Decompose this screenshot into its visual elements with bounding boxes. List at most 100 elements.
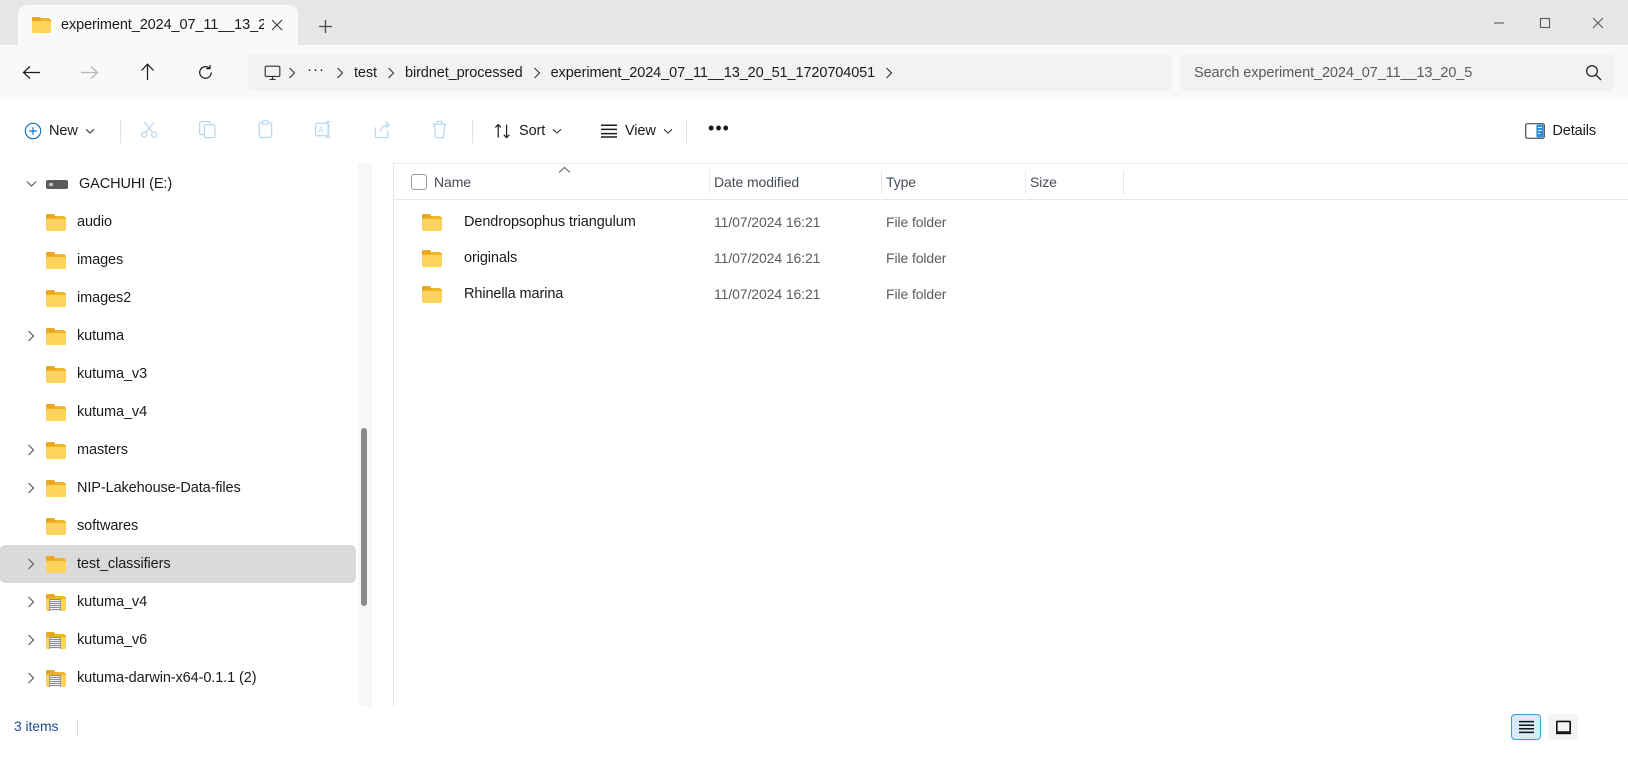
tab-title: experiment_2024_07_11__13_20 <box>61 17 264 33</box>
sidebar-item-label: images <box>77 252 124 268</box>
sidebar-item-kutuma-darwin-x64-0-1-1-2[interactable]: kutuma-darwin-x64-0.1.1 (2) <box>0 659 356 697</box>
share-icon <box>372 120 391 143</box>
search-box[interactable]: Search experiment_2024_07_11__13_20_5 <box>1180 54 1614 91</box>
breadcrumb-item-birdnet-processed[interactable]: birdnet_processed <box>398 61 530 85</box>
new-tab-button[interactable] <box>308 11 342 41</box>
sidebar-item-label: test_classifiers <box>77 556 171 572</box>
sidebar-item-label: NIP-Lakehouse-Data-files <box>77 480 241 496</box>
sidebar-item-kutuma-v4[interactable]: kutuma_v4 <box>0 583 356 621</box>
folder-icon <box>46 555 66 573</box>
status-bar: 3 items <box>0 706 1628 761</box>
column-header-size[interactable]: Size <box>1030 164 1057 200</box>
column-header-type[interactable]: Type <box>886 164 916 200</box>
file-explorer-window: experiment_2024_07_11__13_20 ··· test bi… <box>0 0 1628 761</box>
table-row[interactable]: originals 11/07/2024 16:21 File folder <box>394 240 1628 276</box>
details-pane-label: Details <box>1552 123 1596 139</box>
column-divider[interactable] <box>881 170 882 194</box>
sidebar-item-softwares[interactable]: softwares <box>0 507 356 545</box>
close-icon[interactable] <box>264 12 290 38</box>
view-button-label: View <box>625 123 656 139</box>
new-button-label: New <box>49 123 78 139</box>
drive-icon <box>46 176 68 192</box>
rename-button: A <box>304 112 342 150</box>
folder-icon <box>422 249 442 267</box>
sidebar-item-kutuma-v3[interactable]: kutuma_v3 <box>0 355 356 393</box>
sidebar-item-images[interactable]: images <box>0 241 356 279</box>
file-name-cell[interactable]: originals <box>422 249 517 267</box>
folder-icon <box>46 403 66 421</box>
sidebar-scrollbar-thumb[interactable] <box>361 428 367 606</box>
file-name-label: Rhinella marina <box>464 286 564 302</box>
select-all-checkbox[interactable] <box>411 174 427 190</box>
chevron-down-icon <box>85 128 95 135</box>
breadcrumb-item-experiment[interactable]: experiment_2024_07_11__13_20_51_17207040… <box>544 61 883 85</box>
chevron-right-icon[interactable] <box>16 663 46 693</box>
file-name-cell[interactable]: Rhinella marina <box>422 285 564 303</box>
more-options-button[interactable]: ••• <box>700 112 738 150</box>
folder-icon <box>46 441 66 459</box>
back-button[interactable] <box>14 55 48 89</box>
sidebar-item-label: kutuma_v3 <box>77 366 148 382</box>
plus-circle-icon <box>24 122 42 140</box>
maximize-button[interactable] <box>1522 0 1568 45</box>
details-pane-icon <box>1525 123 1546 139</box>
scissors-icon <box>140 120 159 143</box>
sidebar-item-gachuhi-drive[interactable]: GACHUHI (E:) <box>0 165 356 203</box>
chevron-right-icon[interactable] <box>16 435 46 465</box>
breadcrumb-item-test[interactable]: test <box>347 61 384 85</box>
details-pane-button[interactable]: Details <box>1515 112 1606 150</box>
details-view-toggle[interactable] <box>1511 714 1541 740</box>
column-divider[interactable] <box>1025 170 1026 194</box>
chevron-right-icon[interactable] <box>16 549 46 579</box>
search-icon[interactable] <box>1585 64 1602 81</box>
sidebar-item-kutuma-v4[interactable]: kutuma_v4 <box>0 393 356 431</box>
table-row[interactable]: Dendropsophus triangulum 11/07/2024 16:21… <box>394 204 1628 240</box>
table-row[interactable]: Rhinella marina 11/07/2024 16:21 File fold… <box>394 276 1628 312</box>
folder-icon <box>46 365 66 383</box>
sort-ascending-icon <box>558 165 571 177</box>
address-bar[interactable]: ··· test birdnet_processed experiment_20… <box>248 54 1172 91</box>
command-bar: New A Sort View ••• Details <box>0 99 1628 163</box>
sidebar-item-label: masters <box>77 442 128 458</box>
column-divider[interactable] <box>1123 170 1124 194</box>
folder-icon <box>46 327 66 345</box>
chevron-right-icon[interactable] <box>16 473 46 503</box>
chevron-right-icon[interactable] <box>16 321 46 351</box>
type-cell: File folder <box>886 214 947 230</box>
toolbar-divider <box>120 119 121 143</box>
sidebar-item-audio[interactable]: audio <box>0 203 356 241</box>
breadcrumb-overflow[interactable]: ··· <box>299 59 333 86</box>
up-button[interactable] <box>130 55 164 89</box>
chevron-down-icon[interactable] <box>16 169 46 199</box>
search-input[interactable]: Search experiment_2024_07_11__13_20_5 <box>1194 65 1585 81</box>
sidebar-item-label: images2 <box>77 290 132 306</box>
sidebar-item-test-classifiers[interactable]: test_classifiers <box>0 545 356 583</box>
large-icons-view-toggle[interactable] <box>1548 714 1578 740</box>
trash-icon <box>430 120 449 143</box>
refresh-icon[interactable] <box>188 55 222 89</box>
browser-tab[interactable]: experiment_2024_07_11__13_20 <box>18 5 298 45</box>
sort-button[interactable]: Sort <box>484 112 572 150</box>
chevron-right-icon[interactable] <box>16 625 46 655</box>
sidebar-item-label: kutuma-darwin-x64-0.1.1 (2) <box>77 670 257 686</box>
this-pc-icon[interactable] <box>260 65 285 81</box>
sidebar-item-masters[interactable]: masters <box>0 431 356 469</box>
date-modified-cell: 11/07/2024 16:21 <box>714 250 821 266</box>
sidebar-item-images2[interactable]: images2 <box>0 279 356 317</box>
sidebar-item-nip-lakehouse-data-files[interactable]: NIP-Lakehouse-Data-files <box>0 469 356 507</box>
sidebar-item-kutuma[interactable]: kutuma <box>0 317 356 355</box>
new-button[interactable]: New <box>14 112 105 150</box>
chevron-right-icon[interactable] <box>16 587 46 617</box>
view-button[interactable]: View <box>590 112 683 150</box>
cut-button <box>130 112 168 150</box>
chevron-right-icon[interactable] <box>882 67 896 79</box>
column-header-name[interactable]: Name <box>434 164 471 200</box>
file-name-cell[interactable]: Dendropsophus triangulum <box>422 213 636 231</box>
minimize-button[interactable] <box>1476 0 1522 45</box>
close-button[interactable] <box>1568 0 1628 45</box>
column-header-date-modified[interactable]: Date modified <box>714 164 799 200</box>
sidebar-item-kutuma-v6[interactable]: kutuma_v6 <box>0 621 356 659</box>
type-cell: File folder <box>886 286 947 302</box>
sidebar-item-label: kutuma_v6 <box>77 632 148 648</box>
column-divider[interactable] <box>709 170 710 194</box>
